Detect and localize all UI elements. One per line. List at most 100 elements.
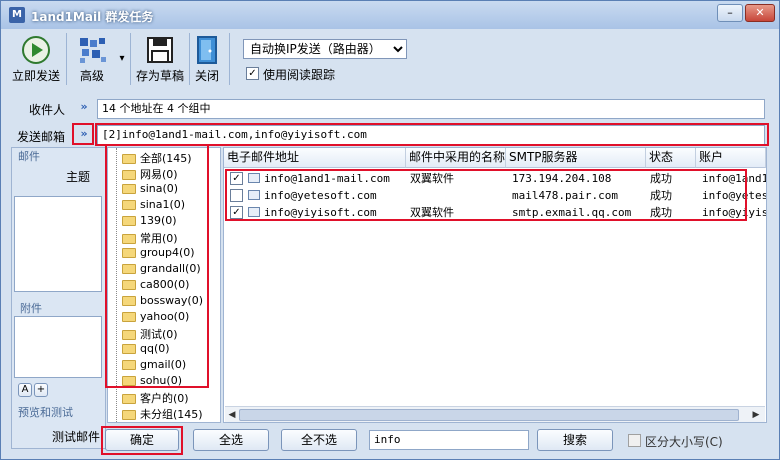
sender-field[interactable]: [2]info@1and1-mail.com,info@yiyisoft.com <box>97 125 765 145</box>
row-checkbox[interactable]: ✓ <box>230 172 243 185</box>
search-button[interactable]: 搜索 <box>537 429 613 451</box>
tree-group-label: ca800(0) <box>140 278 190 291</box>
tree-group-label: 139(0) <box>140 214 177 227</box>
row-checkbox[interactable] <box>230 189 243 202</box>
save-draft-label: 存为草稿 <box>135 69 184 83</box>
tree-group-label: sohu(0) <box>140 374 182 387</box>
tree-group-item[interactable]: bossway(0) <box>122 294 203 310</box>
sender-label: 发送邮箱 <box>17 130 66 144</box>
folder-icon <box>122 264 136 274</box>
expand-sender-icon[interactable]: » <box>77 128 91 142</box>
tree-group-label: qq(0) <box>140 342 170 355</box>
mail-account-icon <box>248 190 260 200</box>
tree-group-item[interactable]: 常用(0) <box>122 230 178 246</box>
subject-label: 主题 <box>66 170 91 184</box>
send-now-label: 立即发送 <box>11 69 60 83</box>
read-tracking-checkbox[interactable]: ✓ <box>246 67 259 80</box>
folder-icon <box>122 154 136 164</box>
horizontal-scrollbar[interactable]: ◀ ▶ <box>225 406 765 422</box>
send-now-button[interactable]: 立即发送 <box>9 31 63 87</box>
folder-icon <box>122 234 136 244</box>
attachment-list[interactable] <box>14 316 102 378</box>
tree-group-item[interactable]: grandall(0) <box>122 262 201 278</box>
select-all-button[interactable]: 全选 <box>193 429 269 451</box>
cell-email: info@1and1-mail.com <box>264 172 390 185</box>
tree-group-item[interactable]: 139(0) <box>122 214 177 230</box>
tree-group-label: bossway(0) <box>140 294 204 307</box>
tree-group-item[interactable]: 客户的(0) <box>122 390 189 406</box>
tree-group-label: yahoo(0) <box>140 310 190 323</box>
scroll-left-icon[interactable]: ◀ <box>226 409 238 421</box>
scrollbar-thumb[interactable] <box>239 409 739 421</box>
font-button[interactable]: A <box>18 383 32 397</box>
close-window-button[interactable]: ✕ <box>745 4 775 22</box>
case-sensitive-checkbox[interactable] <box>628 434 641 447</box>
advanced-dropdown-arrow[interactable]: ▾ <box>115 31 129 87</box>
mail-body-area[interactable] <box>14 196 102 292</box>
group-tree: 全部(145) 网易(0) sina(0) sina1(0) 139(0) 常用(0) gr… <box>107 147 221 423</box>
tree-group-label: 未分组(145) <box>140 408 203 421</box>
cell-email: info@yiyisoft.com <box>264 206 377 219</box>
mail-account-icon <box>248 173 260 183</box>
recipients-field[interactable]: 14 个地址在 4 个组中 <box>97 99 765 119</box>
tree-group-label: 常用(0) <box>140 232 178 245</box>
cell-account: info@yetes <box>702 189 766 202</box>
search-input[interactable]: info <box>369 430 529 450</box>
folder-icon <box>122 216 136 226</box>
tree-group-item[interactable]: 网易(0) <box>122 166 178 182</box>
tree-group-item[interactable]: qq(0) <box>122 342 170 358</box>
close-button[interactable]: 关闭 <box>192 31 222 87</box>
advanced-button[interactable]: 高级 <box>69 31 115 87</box>
expand-recipients-icon[interactable]: » <box>77 101 91 115</box>
cell-name <box>410 187 506 204</box>
tree-group-item[interactable]: gmail(0) <box>122 358 186 374</box>
row-checkbox[interactable]: ✓ <box>230 206 243 219</box>
col-header-smtp[interactable]: SMTP服务器 <box>506 148 646 168</box>
toolbar-separator <box>189 33 190 85</box>
tree-group-item[interactable]: sohu(0) <box>122 374 182 390</box>
col-header-account[interactable]: 账户 <box>696 148 766 168</box>
advanced-label: 高级 <box>79 69 104 83</box>
add-attachment-button[interactable]: + <box>34 383 48 397</box>
col-header-email[interactable]: 电子邮件地址 <box>224 148 406 168</box>
table-row[interactable]: ✓ info@1and1-mail.com 双翼软件 173.194.204.108 成… <box>224 170 766 187</box>
cell-account: info@yiyis <box>702 206 766 219</box>
tree-group-item[interactable]: group4(0) <box>122 246 195 262</box>
table-row[interactable]: ✓ info@yiyisoft.com 双翼软件 smtp.exmail.qq.com… <box>224 204 766 221</box>
folder-icon <box>122 184 136 194</box>
send-mode-select[interactable]: 自动换IP发送（路由器） <box>243 39 407 59</box>
minimize-button[interactable]: – <box>717 4 743 22</box>
tree-connector <box>116 148 117 422</box>
scroll-right-icon[interactable]: ▶ <box>750 409 762 421</box>
tree-group-item[interactable]: 测试(0) <box>122 326 178 342</box>
tree-group-item[interactable]: 未分组(145) <box>122 406 203 422</box>
left-panel: 邮件 主题 附件 A + 预览和测试 测试邮件 <box>11 147 106 449</box>
attachment-section-header: 附件 <box>20 302 42 315</box>
cell-status: 成功 <box>650 172 672 185</box>
close-label: 关闭 <box>194 69 219 83</box>
folder-icon <box>122 376 136 386</box>
tree-group-label: 全部(145) <box>140 152 192 165</box>
save-draft-button[interactable]: 存为草稿 <box>133 31 187 87</box>
cell-smtp: smtp.exmail.qq.com <box>512 206 632 219</box>
toolbar-separator <box>66 33 67 85</box>
tree-group-item[interactable]: sina(0) <box>122 182 178 198</box>
folder-icon <box>122 200 136 210</box>
sender-grid: 电子邮件地址 邮件中采用的名称 SMTP服务器 状态 账户 ✓ info@1and… <box>223 147 767 423</box>
ok-button[interactable]: 确定 <box>105 429 179 451</box>
cell-status: 成功 <box>650 189 672 202</box>
table-row[interactable]: info@yetesoft.com mail478.pair.com 成功 info@… <box>224 187 766 204</box>
door-exit-icon <box>197 36 217 64</box>
tree-group-item[interactable]: yahoo(0) <box>122 310 189 326</box>
select-none-button[interactable]: 全不选 <box>281 429 357 451</box>
folder-icon <box>122 410 136 420</box>
folder-icon <box>122 330 136 340</box>
tree-group-item[interactable]: sina1(0) <box>122 198 185 214</box>
cell-status: 成功 <box>650 206 672 219</box>
tree-group-item[interactable]: 全部(145) <box>122 150 192 166</box>
col-header-status[interactable]: 状态 <box>646 148 696 168</box>
folder-icon <box>122 360 136 370</box>
col-header-name[interactable]: 邮件中采用的名称 <box>406 148 506 168</box>
tree-group-label: 客户的(0) <box>140 392 189 405</box>
tree-group-item[interactable]: ca800(0) <box>122 278 189 294</box>
